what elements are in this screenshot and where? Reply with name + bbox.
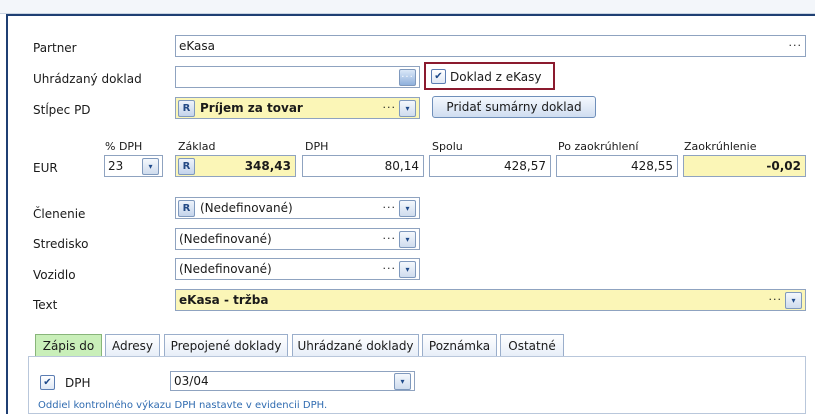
breakdown-field[interactable]: R (Nedefinované) ··· ▾ bbox=[175, 197, 420, 219]
column-label: Stĺpec PD bbox=[33, 103, 91, 117]
tab-prepojene-doklady[interactable]: Prepojené doklady bbox=[164, 334, 288, 356]
vat-period-select[interactable]: 03/04 ▾ bbox=[170, 371, 415, 391]
chevron-down-icon[interactable]: ▾ bbox=[394, 372, 411, 390]
vat-checkbox-label: DPH bbox=[65, 375, 91, 390]
total-field[interactable]: 428,57 bbox=[429, 155, 551, 177]
vehicle-field[interactable]: (Nedefinované) ··· ▾ bbox=[175, 258, 420, 280]
rounded-field[interactable]: 428,55 bbox=[556, 155, 678, 177]
breakdown-value: (Nedefinované) bbox=[200, 201, 293, 215]
partner-field[interactable]: eKasa ··· bbox=[175, 35, 806, 57]
vat-checkbox-row: ✔ DPH bbox=[40, 375, 91, 390]
tab-uhradzane-doklady[interactable]: Uhrádzané doklady bbox=[292, 334, 419, 356]
r-badge-icon: R bbox=[178, 199, 195, 217]
ekasa-checkbox-label: Doklad z eKasy bbox=[450, 69, 542, 84]
base-value: 348,43 bbox=[244, 159, 291, 173]
paid-doc-field[interactable]: ··· bbox=[175, 66, 420, 88]
breakdown-label: Členenie bbox=[33, 207, 86, 221]
rounding-field[interactable]: -0,02 bbox=[683, 155, 806, 177]
vehicle-label: Vozidlo bbox=[33, 268, 76, 282]
chevron-down-icon[interactable]: ▾ bbox=[785, 291, 802, 309]
rounded-header: Po zaokrúhlení bbox=[558, 140, 639, 153]
chevron-down-icon[interactable]: ▾ bbox=[399, 230, 416, 248]
vat-period-value: 03/04 bbox=[174, 374, 209, 388]
column-field[interactable]: R Príjem za tovar ··· ▾ bbox=[175, 97, 420, 119]
text-label: Text bbox=[33, 298, 58, 312]
partner-value: eKasa bbox=[179, 39, 215, 53]
rounding-header: Zaokrúhlenie bbox=[684, 140, 757, 153]
center-value: (Nedefinované) bbox=[179, 232, 272, 246]
tab-adresy[interactable]: Adresy bbox=[105, 334, 160, 356]
r-badge-icon: R bbox=[178, 99, 195, 117]
rounded-value: 428,55 bbox=[631, 159, 673, 173]
vat-header: DPH bbox=[305, 140, 329, 153]
tab-ostatne[interactable]: Ostatné bbox=[500, 334, 564, 356]
partner-label: Partner bbox=[33, 41, 77, 55]
vat-rate-select[interactable]: 23 ▾ bbox=[104, 155, 163, 177]
base-header: Základ bbox=[178, 140, 216, 153]
center-field[interactable]: (Nedefinované) ··· ▾ bbox=[175, 228, 420, 250]
total-value: 428,57 bbox=[504, 159, 546, 173]
ekasa-checkbox[interactable]: ✔ bbox=[431, 69, 446, 84]
text-value: eKasa - tržba bbox=[179, 293, 269, 307]
vehicle-value: (Nedefinované) bbox=[179, 262, 272, 276]
vat-rate-value: 23 bbox=[108, 159, 124, 173]
ellipsis-icon[interactable]: ··· bbox=[380, 197, 400, 219]
ellipsis-icon[interactable]: ··· bbox=[380, 228, 400, 250]
ellipsis-icon[interactable]: ··· bbox=[766, 289, 786, 311]
rounding-value: -0,02 bbox=[766, 159, 801, 173]
ellipsis-icon[interactable]: ··· bbox=[399, 68, 416, 86]
chevron-down-icon[interactable]: ▾ bbox=[399, 99, 416, 117]
vat-checkbox[interactable]: ✔ bbox=[40, 375, 55, 390]
ellipsis-icon[interactable]: ··· bbox=[786, 35, 806, 57]
add-summary-button[interactable]: Pridať sumárny doklad bbox=[432, 96, 596, 118]
total-header: Spolu bbox=[432, 140, 463, 153]
ekasa-highlight-box: ✔ Doklad z eKasy bbox=[424, 62, 555, 90]
top-strip bbox=[0, 0, 815, 14]
r-badge-icon: R bbox=[178, 157, 195, 175]
vat-amount-value: 80,14 bbox=[384, 159, 419, 173]
currency-label: EUR bbox=[33, 161, 58, 175]
ellipsis-icon[interactable]: ··· bbox=[380, 258, 400, 280]
text-field[interactable]: eKasa - tržba ··· ▾ bbox=[175, 289, 806, 311]
chevron-down-icon[interactable]: ▾ bbox=[399, 199, 416, 217]
ellipsis-icon[interactable]: ··· bbox=[380, 97, 400, 119]
tab-zapis-do[interactable]: Zápis do bbox=[35, 334, 102, 356]
column-value: Príjem za tovar bbox=[200, 101, 303, 115]
base-field[interactable]: R 348,43 bbox=[175, 155, 296, 177]
vat-section-note: Oddiel kontrolného výkazu DPH nastavte v… bbox=[38, 400, 328, 411]
vat-amount-field[interactable]: 80,14 bbox=[302, 155, 424, 177]
tab-poznamka[interactable]: Poznámka bbox=[422, 334, 497, 356]
chevron-down-icon[interactable]: ▾ bbox=[399, 260, 416, 278]
chevron-down-icon[interactable]: ▾ bbox=[142, 157, 159, 175]
paid-doc-label: Uhrádzaný doklad bbox=[33, 72, 142, 86]
vat-rate-header: % DPH bbox=[105, 140, 143, 153]
center-label: Stredisko bbox=[33, 237, 89, 251]
